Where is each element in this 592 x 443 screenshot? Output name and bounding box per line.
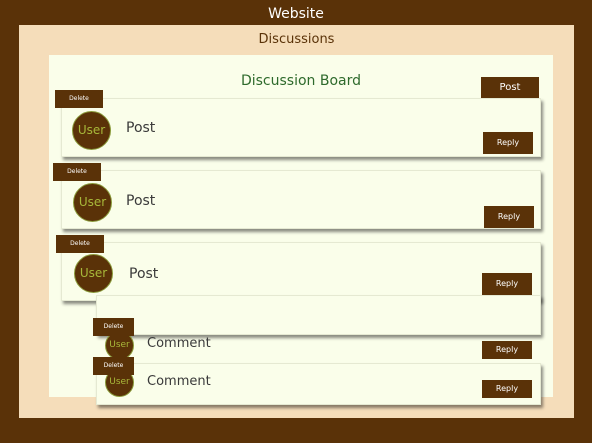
reply-button[interactable]: Reply <box>484 206 534 228</box>
site-title: Website <box>268 6 324 22</box>
discussions-panel: Discussions Discussion Board Post User P… <box>19 25 574 418</box>
comment-text: Comment <box>147 336 211 351</box>
new-post-button[interactable]: Post <box>481 77 539 99</box>
post-text: Post <box>126 193 156 209</box>
post-text: Post <box>129 266 159 282</box>
reply-button[interactable]: Reply <box>482 341 532 359</box>
delete-button[interactable]: Delete <box>93 318 134 336</box>
reply-button[interactable]: Reply <box>482 273 532 295</box>
comment-card <box>96 295 541 335</box>
board-title: Discussion Board <box>240 73 362 89</box>
reply-button[interactable]: Reply <box>482 380 532 398</box>
post-text: Post <box>126 120 156 136</box>
delete-button[interactable]: Delete <box>56 235 104 253</box>
user-avatar: User <box>72 111 111 150</box>
reply-button[interactable]: Reply <box>483 132 533 154</box>
user-avatar: User <box>74 254 113 293</box>
discussions-title: Discussions <box>258 32 335 47</box>
discussion-board: Discussion Board Post User Post Reply De… <box>49 55 553 405</box>
comment-text: Comment <box>147 374 211 389</box>
user-avatar: User <box>73 183 112 222</box>
delete-button[interactable]: Delete <box>55 90 103 108</box>
delete-button[interactable]: Delete <box>53 163 101 181</box>
delete-button[interactable]: Delete <box>93 357 134 375</box>
